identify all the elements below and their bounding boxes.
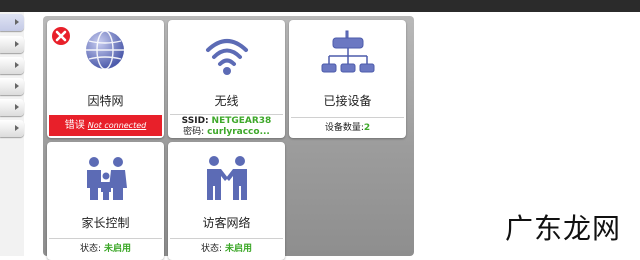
dashboard-panel: 因特网 错误 Not connected 无线 SSID: NETGEAR38 密…	[43, 16, 414, 260]
internet-status-detail[interactable]: Not connected	[88, 121, 146, 130]
sidebar-item-3[interactable]	[0, 57, 24, 74]
sidebar	[0, 12, 24, 256]
internet-tile[interactable]: 因特网 错误 Not connected	[47, 20, 164, 138]
attached-devices-tile[interactable]: 已接设备 设备数量:2	[289, 20, 406, 138]
device-count-value: 2	[363, 123, 371, 133]
guest-handshake-icon	[207, 156, 247, 200]
chevron-right-icon	[15, 104, 19, 110]
device-count-label: 设备数量:	[324, 123, 364, 133]
sidebar-item-2[interactable]	[0, 36, 24, 53]
chevron-right-icon	[15, 83, 19, 89]
guest-status-value: 未启用	[224, 244, 252, 254]
guest-network-label: 访客网络	[202, 216, 251, 230]
network-devices-icon	[321, 30, 375, 73]
wireless-label: 无线	[214, 94, 239, 108]
parental-controls-tile[interactable]: 家长控制 状态: 未启用	[47, 142, 164, 260]
sidebar-item-5[interactable]	[0, 99, 24, 116]
guest-status-label: 状态:	[201, 244, 223, 254]
sidebar-item-4[interactable]	[0, 78, 24, 95]
error-icon	[52, 27, 70, 45]
parental-status-label: 状态:	[80, 244, 102, 254]
top-bar	[0, 0, 640, 12]
parental-status-value: 未启用	[103, 244, 131, 254]
device-count: 设备数量:2	[291, 117, 404, 138]
attached-devices-label: 已接设备	[323, 94, 372, 108]
wireless-tile[interactable]: 无线 SSID: NETGEAR38 密码: curlyracco...	[168, 20, 285, 138]
sidebar-item-1[interactable]	[0, 14, 24, 31]
guest-network-tile[interactable]: 访客网络 状态: 未启用	[168, 142, 285, 260]
chevron-right-icon	[15, 19, 19, 25]
sidebar-item-6[interactable]	[0, 120, 24, 137]
internet-status-bar: 错误 Not connected	[49, 115, 162, 136]
wireless-info: SSID: NETGEAR38 密码: curlyracco...	[170, 114, 283, 138]
internet-label: 因特网	[87, 94, 124, 108]
wifi-icon	[206, 39, 248, 75]
chevron-right-icon	[15, 125, 19, 131]
ssid-value: NETGEAR38	[211, 116, 272, 126]
globe-icon	[86, 30, 124, 70]
parental-controls-label: 家长控制	[81, 216, 130, 230]
family-icon	[87, 157, 127, 200]
password-value: curlyracco...	[207, 127, 270, 137]
watermark: 广东龙网	[505, 212, 622, 245]
chevron-right-icon	[15, 62, 19, 68]
chevron-right-icon	[15, 41, 19, 47]
internet-status-label: 错误	[64, 120, 85, 131]
ssid-label: SSID:	[181, 116, 209, 126]
password-label: 密码:	[183, 127, 205, 137]
